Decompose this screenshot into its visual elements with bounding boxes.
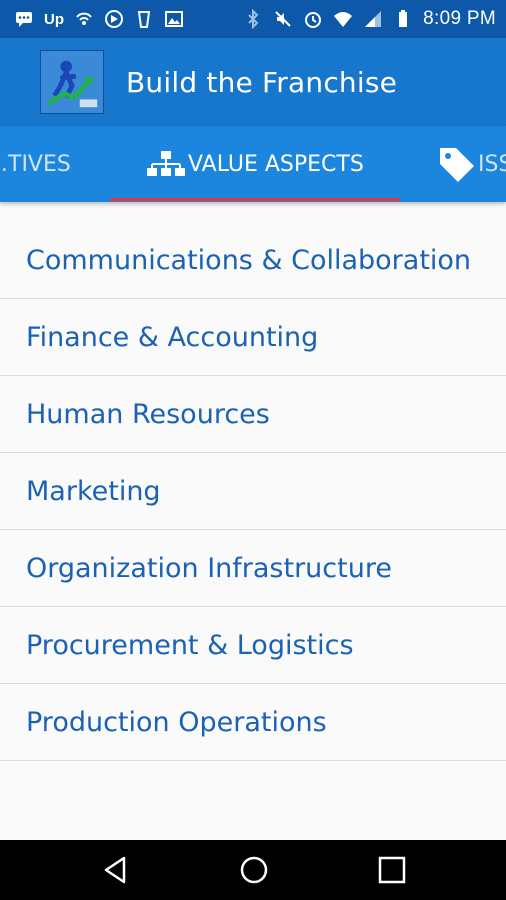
battery-icon — [399, 10, 408, 27]
recent-apps-icon[interactable] — [376, 854, 408, 886]
list-item[interactable]: Finance & Accounting — [0, 299, 506, 376]
wifi-icon — [334, 12, 353, 27]
home-icon[interactable] — [238, 854, 270, 886]
bluetooth-icon — [248, 9, 259, 29]
navigation-bar — [0, 840, 506, 900]
app-bar: Build the Franchise — [0, 38, 506, 126]
alarm-icon — [305, 12, 322, 28]
list-item[interactable]: Organization Infrastructure — [0, 530, 506, 607]
tab-label: ISS — [478, 151, 506, 177]
speed-icon — [105, 10, 123, 28]
back-icon[interactable] — [100, 854, 132, 886]
status-time: 8:09 PM — [423, 8, 496, 29]
cup-icon — [137, 11, 151, 28]
image-icon — [165, 11, 183, 27]
tab-label: VALUE ASPECTS — [188, 151, 364, 177]
hotspot-icon — [76, 12, 92, 25]
tab-value-aspects[interactable]: VALUE ASPECTS — [146, 126, 364, 202]
list-item[interactable]: Production Operations — [0, 684, 506, 761]
mute-icon — [275, 11, 291, 27]
tab-indicator — [110, 198, 400, 201]
tag-icon — [440, 148, 474, 182]
list-item[interactable]: Procurement & Logistics — [0, 607, 506, 684]
value-aspects-list: Communications & Collaboration Finance &… — [0, 222, 506, 761]
tab-label: …TIVES — [0, 151, 71, 177]
up-icon: Up — [44, 10, 64, 28]
list-item[interactable]: Human Resources — [0, 376, 506, 453]
app-title: Build the Franchise — [126, 65, 398, 99]
status-bar: Up 8:09 PM — [0, 0, 506, 38]
tab-objectives[interactable]: …TIVES — [0, 126, 71, 202]
app-logo[interactable] — [40, 50, 104, 114]
signal-icon — [365, 11, 382, 27]
messages-icon — [16, 12, 32, 27]
org-chart-icon — [147, 151, 185, 176]
tab-bar: …TIVES VALUE ASPECTS ISS — [0, 126, 506, 202]
list-item[interactable]: Communications & Collaboration — [0, 222, 506, 299]
list-item[interactable]: Marketing — [0, 453, 506, 530]
tab-issues[interactable]: ISS — [436, 126, 506, 202]
